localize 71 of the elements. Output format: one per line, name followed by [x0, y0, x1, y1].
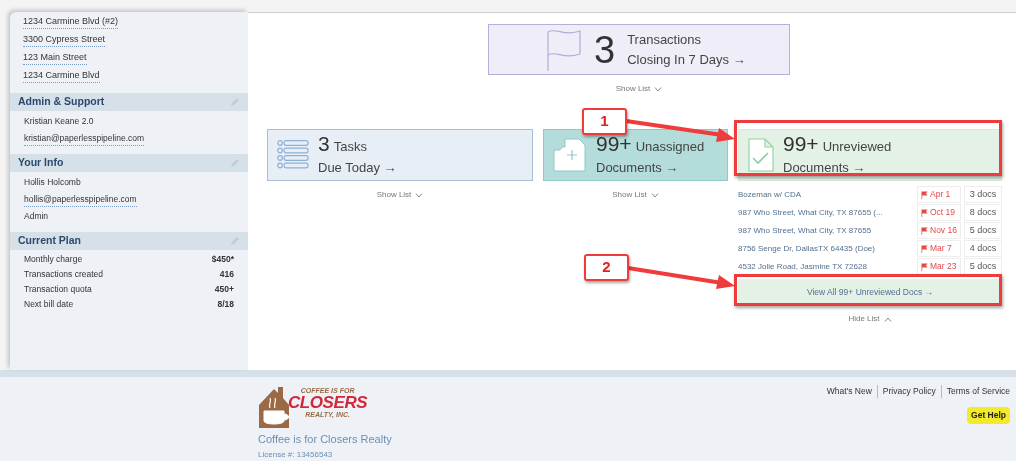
address-link[interactable]: 123 Main Street	[23, 50, 87, 65]
card-link: Closing In 7 Days →	[627, 50, 746, 69]
doc-count-tag: 5 docs	[964, 258, 1002, 275]
flag-icon	[546, 27, 582, 72]
card-title: Unreviewed	[822, 137, 892, 156]
doc-count-tag: 4 docs	[964, 240, 1002, 257]
plan-label: Transaction quota	[24, 283, 92, 296]
transaction-link[interactable]: Bozeman w/ CDA	[738, 188, 914, 201]
info-text: Hollis Holcomb	[24, 176, 82, 189]
document-plus-icon	[553, 138, 587, 172]
plan-value: $450*	[211, 253, 234, 266]
transaction-link[interactable]: 987 Who Street, What City, TX 87655	[738, 224, 914, 237]
plan-value: 416	[219, 268, 234, 281]
section-title: Current Plan	[18, 233, 81, 249]
get-help-button[interactable]: Get Help	[967, 406, 1010, 424]
plan-label: Monthly charge	[24, 253, 83, 266]
footer-link[interactable]: Terms of Service	[940, 385, 1010, 398]
card-link: Documents →	[783, 158, 867, 177]
transaction-link[interactable]: 987 Who Street, What City, TX 87655 (...	[738, 206, 914, 219]
callout-label: 1	[582, 108, 627, 135]
license-number: License #: 13456543	[258, 449, 334, 461]
due-date-tag: Apr 1	[917, 186, 961, 203]
company-name: Coffee is for Closers Realty	[258, 431, 392, 447]
email-link[interactable]: hollis@paperlesspipeline.com	[24, 192, 137, 207]
show-list-toggle[interactable]: Show List	[615, 83, 663, 95]
info-text: Kristian Keane 2.0	[24, 115, 95, 128]
footer-link[interactable]: What's New	[826, 385, 872, 398]
chevron-down-icon	[650, 192, 659, 198]
document-check-icon	[748, 138, 774, 172]
show-list-toggle[interactable]: Show List	[376, 189, 424, 201]
card-link: Documents →	[596, 158, 680, 177]
plan-value: 450+	[214, 283, 234, 296]
dashboard-card[interactable]: 99+ Unassigned Documents →	[543, 129, 728, 181]
email-link[interactable]: kristian@paperlesspipeline.com	[24, 131, 145, 146]
logo-text: CLOSERS	[288, 394, 368, 411]
transaction-link[interactable]: 4532 Jolie Road, Jasmine TX 72628	[738, 260, 914, 273]
card-title: Transactions	[627, 30, 703, 49]
plan-label: Next bill date	[24, 298, 74, 311]
chevron-down-icon	[415, 192, 424, 198]
due-date-tag: Nov 16	[917, 222, 961, 239]
card-title: Tasks	[333, 137, 367, 156]
card-count: 3	[594, 30, 616, 69]
plan-value: 8/18	[217, 298, 234, 311]
address-link[interactable]: 1234 Carmine Blvd (#2)	[23, 14, 119, 29]
dashboard-card[interactable]: 99+ Unreviewed Documents →	[738, 129, 1002, 181]
doc-count-tag: 8 docs	[964, 204, 1002, 221]
card-link: Due Today →	[318, 158, 397, 177]
plan-label: Transactions created	[24, 268, 104, 281]
dashboard-card[interactable]: 3 Tasks Due Today →	[267, 129, 533, 181]
callout-label: 2	[584, 254, 629, 281]
info-text: Admin	[24, 210, 50, 223]
card-count: 99+	[783, 132, 819, 155]
footer-link[interactable]: Privacy Policy	[876, 385, 936, 398]
due-date-tag: Mar 7	[917, 240, 961, 257]
doc-count-tag: 5 docs	[964, 222, 1002, 239]
section-title: Admin & Support	[18, 94, 105, 110]
card-count: 99+	[596, 132, 632, 155]
due-date-tag: Oct 19	[917, 204, 961, 221]
transaction-link[interactable]: 8756 Senge Dr, DallasTX 64435 (Doe)	[738, 242, 914, 255]
section-title: Your Info	[18, 155, 64, 171]
address-link[interactable]: 1234 Carmine Blvd	[23, 68, 100, 83]
chevron-down-icon	[654, 86, 663, 92]
chevron-up-icon	[883, 316, 892, 322]
show-list-toggle[interactable]: Hide List	[848, 313, 892, 325]
due-date-tag: Mar 23	[917, 258, 961, 275]
doc-count-tag: 3 docs	[964, 186, 1002, 203]
card-title: Unassigned	[635, 137, 705, 156]
address-link[interactable]: 3300 Cypress Street	[23, 32, 106, 47]
card-count: 3	[318, 132, 330, 155]
show-list-toggle[interactable]: Show List	[612, 189, 659, 201]
checklist-icon	[277, 140, 309, 170]
